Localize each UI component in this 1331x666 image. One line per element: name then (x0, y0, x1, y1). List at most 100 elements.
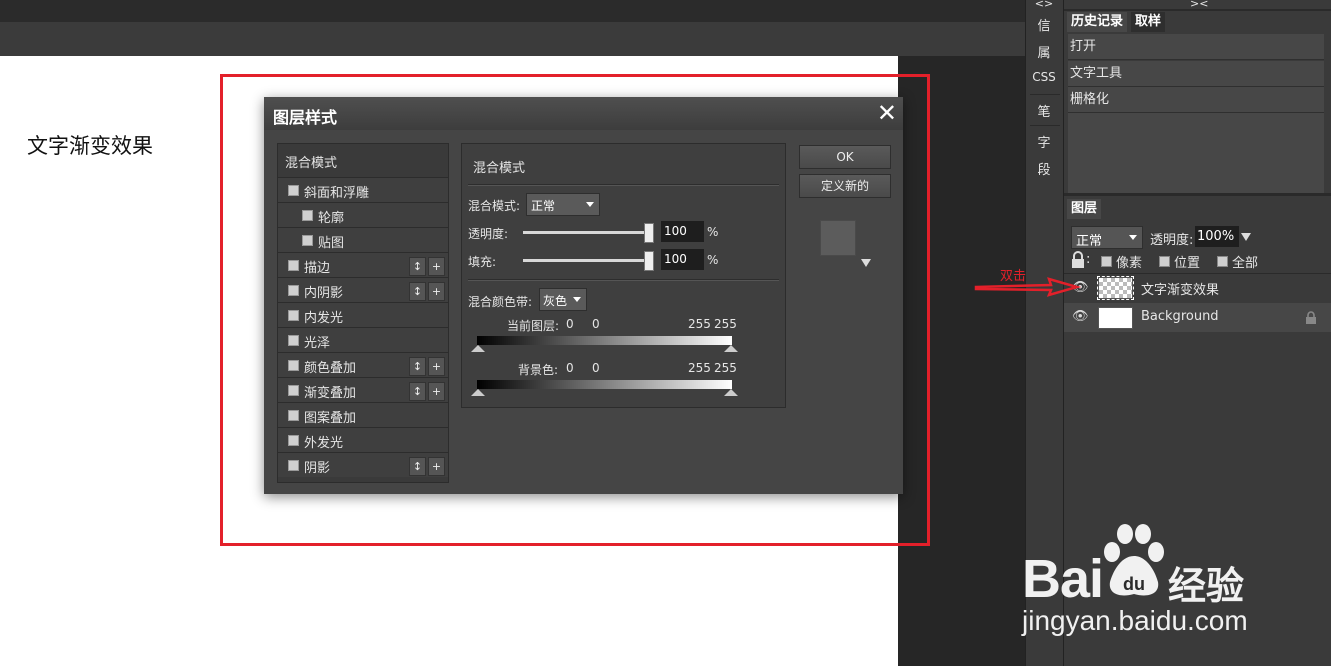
style-list-label: 斜面和浮雕 (304, 186, 370, 201)
style-list-item[interactable]: 描边 ↕ + (278, 252, 448, 277)
move-order-icon[interactable]: ↕ (409, 382, 426, 401)
layer-thumbnail (1097, 276, 1134, 300)
underlying-black-handle[interactable] (471, 389, 485, 396)
style-list-item[interactable]: 斜面和浮雕 (278, 177, 448, 202)
underlying-white-handle[interactable] (724, 389, 738, 396)
blend-band-select[interactable]: 灰色 (539, 288, 587, 311)
panel-character-button[interactable]: 字 (1026, 132, 1062, 151)
tab-history[interactable]: 历史记录 (1067, 12, 1128, 32)
panel-brush-button[interactable]: 笔 (1026, 101, 1062, 120)
tab-layers[interactable]: 图层 (1067, 199, 1102, 219)
style-list-item[interactable]: 颜色叠加 ↕ + (278, 352, 448, 377)
style-checkbox[interactable] (288, 435, 299, 446)
style-list-label: 内发光 (304, 311, 344, 326)
history-item[interactable]: 文字工具 (1068, 61, 1324, 87)
history-item[interactable]: 打开 (1068, 34, 1324, 60)
expand-icon[interactable]: <> (1026, 0, 1062, 10)
this-layer-black-handle[interactable] (471, 345, 485, 352)
add-icon[interactable]: + (428, 357, 445, 376)
ok-button[interactable]: OK (799, 145, 891, 169)
panel-properties-button[interactable]: 属 (1026, 42, 1062, 61)
style-list-item[interactable]: 混合模式 (278, 144, 448, 177)
style-list-item[interactable]: 内发光 (278, 302, 448, 327)
style-list-label: 内阴影 (304, 286, 344, 301)
layer-row[interactable]: 👁 文字渐变效果 (1064, 274, 1331, 303)
add-icon[interactable]: + (428, 382, 445, 401)
style-list-item[interactable]: 轮廓 (278, 202, 448, 227)
fill-label: 填充: (468, 255, 497, 269)
style-checkbox[interactable] (288, 410, 299, 421)
layer-blend-mode-value: 正常 (1076, 234, 1103, 249)
panel-info-button[interactable]: 信 (1026, 15, 1062, 34)
triangle-down-icon[interactable] (861, 259, 871, 267)
fill-input[interactable]: 100 (661, 249, 704, 270)
opacity-slider-track[interactable] (523, 231, 648, 234)
add-icon[interactable]: + (428, 282, 445, 301)
panel-css-button[interactable]: CSS (1026, 70, 1062, 84)
style-list-item[interactable]: 阴影 ↕ + (278, 452, 448, 477)
style-checkbox[interactable] (288, 335, 299, 346)
move-order-icon[interactable]: ↕ (409, 257, 426, 276)
fill-slider-thumb[interactable] (644, 251, 654, 271)
style-checkbox[interactable] (288, 460, 299, 471)
style-list-item[interactable]: 图案叠加 (278, 402, 448, 427)
style-list-label: 外发光 (304, 436, 344, 451)
new-style-button[interactable]: 定义新的 (799, 174, 891, 198)
style-preview (820, 220, 856, 256)
style-list-label: 轮廓 (318, 211, 345, 226)
dialog-title: 图层样式 (273, 108, 338, 127)
style-checkbox[interactable] (288, 185, 299, 196)
watermark-url: jingyan.baidu.com (1022, 605, 1248, 636)
style-checkbox[interactable] (302, 210, 313, 221)
divider (468, 184, 779, 186)
layer-style-dialog: 图层样式 ✕ 混合模式 斜面和浮雕 轮廓 贴图 描边 ↕ + 内阴影 ↕ + 内发光 光泽 颜色叠加 ↕ +… (264, 97, 903, 494)
style-checkbox[interactable] (302, 235, 313, 246)
move-order-icon[interactable]: ↕ (409, 357, 426, 376)
layer-name: Background (1141, 309, 1219, 324)
dialog-titlebar[interactable]: 图层样式 ✕ (264, 97, 903, 130)
style-list: 混合模式 斜面和浮雕 轮廓 贴图 描边 ↕ + 内阴影 ↕ + 内发光 光泽 颜色叠加 ↕ + 渐变叠加 ↕ + 图… (277, 143, 449, 483)
watermark-brand-suffix: du (1123, 574, 1145, 594)
style-list-label: 阴影 (304, 461, 331, 476)
underlying-black-low: 0 (566, 361, 574, 375)
eye-icon[interactable]: 👁 (1072, 309, 1089, 324)
chevron-down-icon (573, 297, 581, 302)
style-checkbox[interactable] (288, 260, 299, 271)
fill-slider-track[interactable] (523, 259, 648, 262)
style-checkbox[interactable] (288, 385, 299, 396)
this-layer-white-handle[interactable] (724, 345, 738, 352)
triangle-down-icon[interactable] (1241, 233, 1251, 241)
lock-position-checkbox[interactable] (1159, 256, 1170, 267)
opacity-slider-thumb[interactable] (644, 223, 654, 243)
watermark-product: 经验 (1168, 564, 1245, 608)
style-checkbox[interactable] (288, 360, 299, 371)
this-layer-white-low: 255 (688, 317, 711, 331)
layer-row[interactable]: 👁 Background (1064, 303, 1331, 332)
style-list-item[interactable]: 外发光 (278, 427, 448, 452)
style-checkbox[interactable] (288, 285, 299, 296)
style-list-item[interactable]: 贴图 (278, 227, 448, 252)
layer-opacity-input[interactable]: 100% (1195, 226, 1239, 247)
blend-options-panel: 混合模式 混合模式: 正常 透明度: 100 % 填充: 100 % 混合颜色带… (461, 143, 786, 408)
add-icon[interactable]: + (428, 257, 445, 276)
opacity-input[interactable]: 100 (661, 221, 704, 242)
add-icon[interactable]: + (428, 457, 445, 476)
panel-paragraph-button[interactable]: 段 (1026, 159, 1062, 178)
divider (1030, 125, 1060, 126)
lock-all-checkbox[interactable] (1217, 256, 1228, 267)
style-list-item[interactable]: 内阴影 ↕ + (278, 277, 448, 302)
lock-pixels-checkbox[interactable] (1101, 256, 1112, 267)
percent-sign: % (707, 253, 719, 267)
move-order-icon[interactable]: ↕ (409, 282, 426, 301)
tab-sampling[interactable]: 取样 (1131, 12, 1166, 32)
blend-mode-select[interactable]: 正常 (526, 193, 600, 216)
move-order-icon[interactable]: ↕ (409, 457, 426, 476)
history-item[interactable]: 栅格化 (1068, 87, 1324, 113)
style-list-item[interactable]: 渐变叠加 ↕ + (278, 377, 448, 402)
layer-blend-mode-select[interactable]: 正常 (1071, 226, 1143, 249)
style-checkbox[interactable] (288, 310, 299, 321)
style-list-item[interactable]: 光泽 (278, 327, 448, 352)
style-list-label: 颜色叠加 (304, 361, 357, 376)
close-icon[interactable]: ✕ (877, 99, 897, 127)
this-layer-gradient (477, 336, 732, 345)
